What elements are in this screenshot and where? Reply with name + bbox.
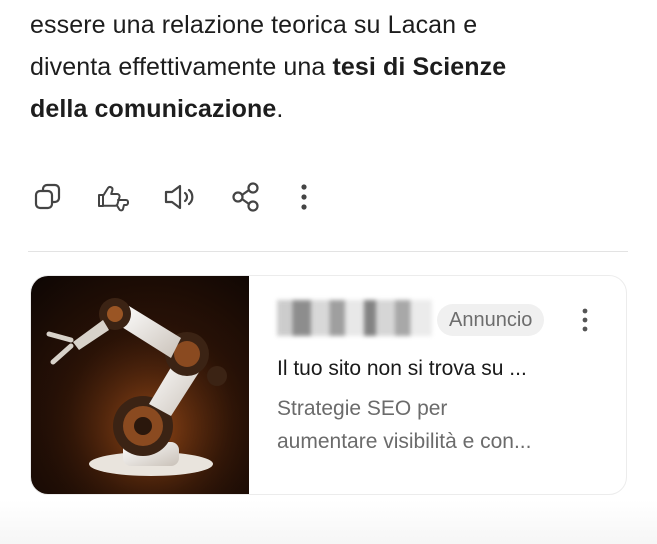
robotic-arm-image [31,276,249,494]
ad-more-button[interactable] [573,304,597,336]
assistant-message: essere una relazione teorica su Lacan e … [30,4,630,130]
copy-icon [34,183,61,210]
speaker-icon [164,184,194,210]
message-actions [28,174,316,220]
ad-title[interactable]: Il tuo sito non si trova su ... [277,354,607,384]
more-vertical-icon [582,308,588,332]
read-aloud-button[interactable] [160,177,200,217]
message-line-2: diventa effettivamente una tesi di Scien… [30,46,630,88]
ad-badge: Annuncio [437,304,545,336]
share-button[interactable] [226,177,266,217]
message-bold-text: della comunicazione [30,95,277,123]
thumbs-feedback-icon [98,185,129,212]
message-bold-text: tesi di Scienze [332,53,507,81]
ad-description-line-1: Strategie SEO per [277,397,448,420]
chat-page: essere una relazione teorica su Lacan e … [0,0,657,544]
message-text: . [276,95,284,123]
message-text: diventa effettivamente una [30,53,333,81]
advertiser-name-blurred [277,300,432,336]
ad-description: Strategie SEO per aumentare visibilità e… [277,392,607,458]
message-line-1: essere una relazione teorica su Lacan e [30,11,478,39]
divider [28,251,628,252]
ad-image[interactable] [31,276,249,494]
ad-body: Annuncio Il tuo sito non si trova su ...… [277,296,607,458]
ad-card[interactable]: Annuncio Il tuo sito non si trova su ...… [30,275,627,495]
feedback-button[interactable] [94,177,134,217]
share-icon [232,182,259,212]
copy-button[interactable] [28,177,68,217]
ad-description-line-2: aumentare visibilità e con... [277,430,532,453]
more-options-button[interactable] [292,177,316,217]
ad-header: Annuncio [277,296,607,348]
more-vertical-icon [301,184,307,210]
message-line-3: della comunicazione. [30,88,630,130]
